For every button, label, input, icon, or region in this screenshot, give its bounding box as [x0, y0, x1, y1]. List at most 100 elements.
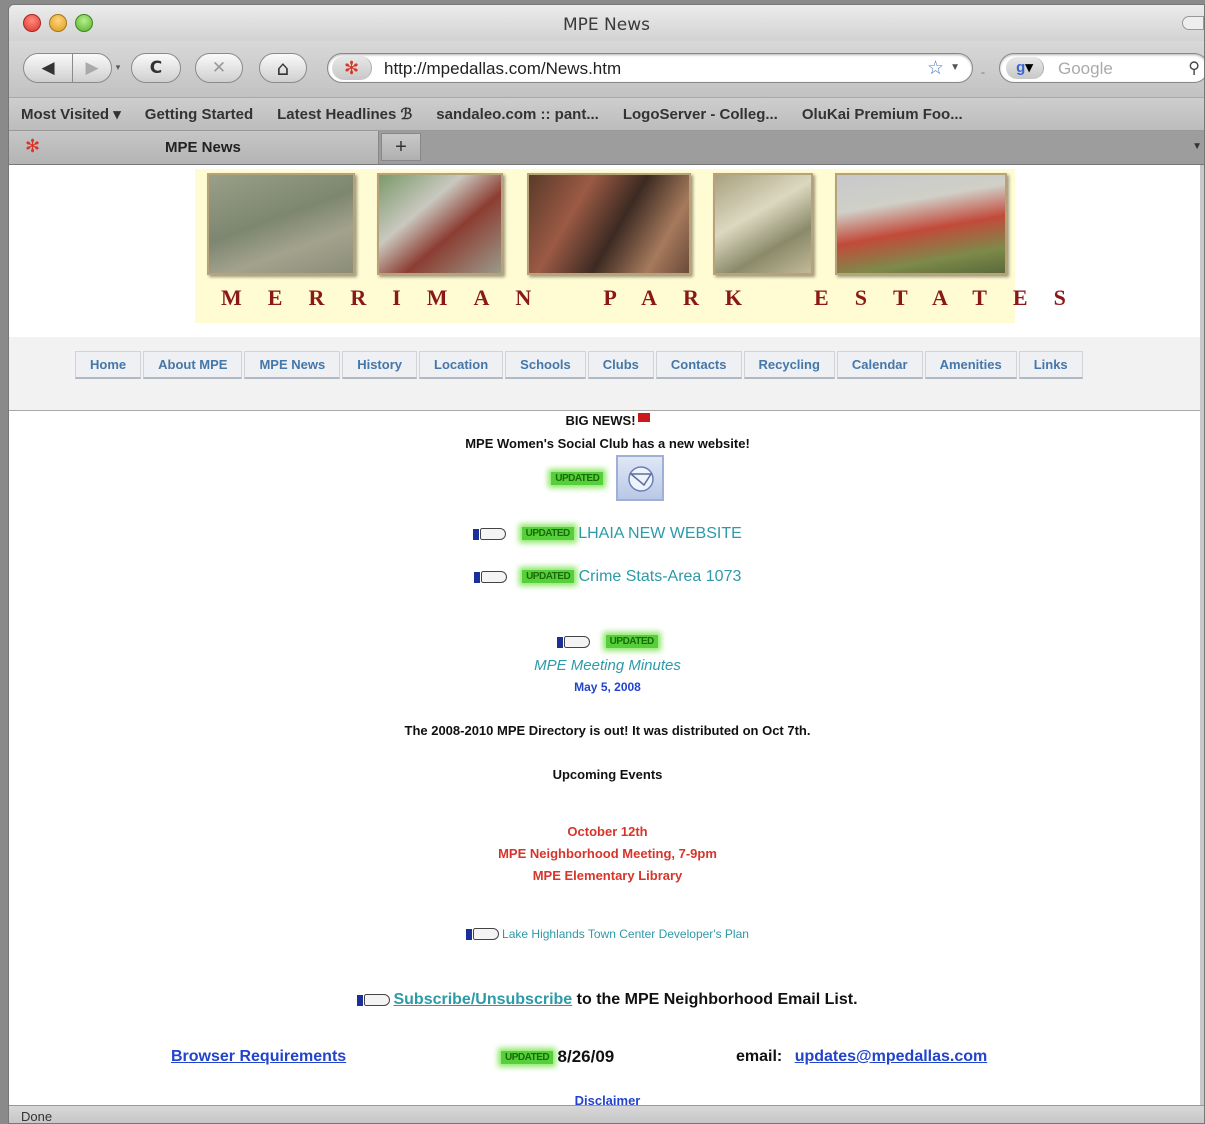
updated-badge: UPDATED [522, 570, 575, 584]
subscribe-link[interactable]: Subscribe/Unsubscribe [393, 991, 572, 1008]
directory-announcement: The 2008-2010 MPE Directory is out! It w… [404, 723, 811, 738]
search-bar[interactable]: g▾ Google ⚲ [999, 53, 1204, 83]
reload-button[interactable]: C [131, 53, 181, 83]
reload-icon: C [149, 58, 163, 78]
event-date: October 12th [567, 824, 648, 839]
nav-home[interactable]: Home [75, 351, 142, 379]
nav-about[interactable]: About MPE [143, 351, 243, 379]
back-arrow-icon: ◀ [41, 58, 55, 78]
status-bar: Done [9, 1105, 1204, 1124]
meeting-minutes-date: May 5, 2008 [574, 680, 641, 694]
updated-badge: UPDATED [605, 635, 658, 649]
nav-links[interactable]: Links [1018, 351, 1083, 379]
bookmark-most-visited[interactable]: Most Visited ▾ [9, 105, 133, 123]
womens-club-link-row: UPDATED [9, 455, 1204, 501]
bookmark-getting-started[interactable]: Getting Started [133, 106, 265, 123]
updated-badge: UPDATED [501, 1051, 554, 1065]
banner-photo-children-field [207, 173, 355, 275]
big-news-heading: BIG NEWS! [565, 413, 636, 428]
nav-calendar[interactable]: Calendar [836, 351, 923, 379]
bookmark-star-icon[interactable]: ☆ [927, 57, 944, 80]
developer-plan-link[interactable]: Lake Highlands Town Center Developer's P… [502, 927, 749, 941]
banner-photo-soccer [835, 173, 1007, 275]
site-identity-icon[interactable]: ✻ [332, 56, 372, 80]
bookmark-logoserver[interactable]: LogoServer - Colleg... [611, 106, 790, 123]
history-dropdown-icon[interactable]: ▾ [113, 63, 123, 73]
pointing-hand-icon [557, 634, 591, 650]
site-name-word: ESTATES [814, 285, 1092, 310]
site-name-word: PARK [603, 285, 769, 310]
stop-button[interactable]: ✕ [195, 53, 243, 83]
email-link[interactable]: updates@mpedallas.com [795, 1048, 988, 1065]
home-icon: ⌂ [276, 56, 290, 80]
pointing-hand-icon [466, 926, 500, 942]
big-news-line: BIG NEWS! [9, 413, 1204, 428]
pointing-hand-icon [357, 992, 391, 1008]
tab-favicon-icon: ✻ [25, 136, 41, 156]
back-button[interactable]: ◀ [23, 53, 73, 83]
stop-icon: ✕ [211, 58, 227, 78]
event-name: MPE Neighborhood Meeting, 7-9pm [498, 846, 717, 861]
navigation-toolbar: ◀ ▶ ▾ C ✕ ⌂ ✻ http://mpedallas.com/News.… [9, 41, 1204, 97]
bookmark-olukai[interactable]: OluKai Premium Foo... [790, 106, 975, 123]
nav-history[interactable]: History [342, 351, 417, 379]
tab-strip: ✻ MPE News + ▼ [9, 131, 1204, 165]
address-bar[interactable]: ✻ http://mpedallas.com/News.htm ☆ ▼ [327, 53, 973, 83]
new-tab-button[interactable]: + [381, 133, 421, 161]
browser-window: MPE News ◀ ▶ ▾ C ✕ ⌂ ✻ http://mpedallas.… [8, 4, 1205, 1124]
last-updated: UPDATED 8/26/09 [501, 1047, 614, 1067]
last-updated-date: 8/26/09 [557, 1047, 615, 1066]
tab-list-icon[interactable]: ▼ [1192, 141, 1202, 152]
event-place: MPE Elementary Library [532, 868, 683, 883]
scrollbar[interactable] [1200, 165, 1204, 1105]
meeting-minutes-link[interactable]: MPE Meeting Minutes [9, 657, 1204, 674]
status-text: Done [21, 1109, 53, 1124]
site-name-word: MERRIMAN [221, 285, 558, 310]
pointing-hand-icon [473, 569, 508, 585]
window-title: MPE News [562, 15, 650, 35]
bookmarks-toolbar: Most Visited ▾ Getting Started Latest He… [9, 97, 1204, 131]
search-icon[interactable]: ⚲ [1188, 58, 1200, 78]
disclaimer-link[interactable]: Disclaimer [9, 1093, 1204, 1105]
envelope-link-icon[interactable] [615, 455, 664, 501]
updated-badge: UPDATED [551, 471, 604, 485]
minutes-icon-row: UPDATED [9, 633, 1204, 651]
upcoming-events-heading: Upcoming Events [552, 767, 663, 782]
browser-requirements-link[interactable]: Browser Requirements [171, 1048, 346, 1066]
crime-stats-link[interactable]: Crime Stats-Area 1073 [579, 568, 742, 585]
subscribe-text: to the MPE Neighborhood Email List. [576, 991, 858, 1008]
nav-schools[interactable]: Schools [505, 351, 586, 379]
toolbar-toggle-button[interactable] [1182, 16, 1204, 30]
banner-photo-dog-show [377, 173, 503, 275]
url-dropdown-icon[interactable]: ▼ [950, 62, 960, 73]
home-button[interactable]: ⌂ [259, 53, 307, 83]
nav-news[interactable]: MPE News [244, 351, 341, 379]
url-text[interactable]: http://mpedallas.com/News.htm [384, 59, 621, 79]
search-engine-icon[interactable]: g▾ [1006, 57, 1044, 79]
tab-mpe-news[interactable]: ✻ MPE News [9, 131, 379, 164]
nav-clubs[interactable]: Clubs [587, 351, 654, 379]
lhaia-row: UPDATED LHAIA NEW WEBSITE [9, 525, 1204, 543]
site-banner: MERRIMAN PARK ESTATES [195, 169, 1066, 323]
subscribe-row: Subscribe/Unsubscribe to the MPE Neighbo… [9, 991, 1204, 1009]
nav-amenities[interactable]: Amenities [924, 351, 1017, 379]
womens-club-text: MPE Women's Social Club has a new websit… [465, 436, 750, 451]
search-input[interactable]: Google [1058, 59, 1113, 79]
nav-recycling[interactable]: Recycling [743, 351, 835, 379]
forward-button[interactable]: ▶ [72, 53, 112, 83]
email-label: email: [736, 1048, 783, 1065]
lhaia-website-link[interactable]: LHAIA NEW WEBSITE [578, 525, 742, 542]
bookmark-sandaleo[interactable]: sandaleo.com :: pant... [424, 106, 611, 123]
site-nav: Home About MPE MPE News History Location… [9, 337, 1204, 411]
site-name: MERRIMAN PARK ESTATES [195, 285, 1066, 311]
browser-requirements-text[interactable]: Browser Requirements [171, 1048, 346, 1065]
tab-title: MPE News [165, 139, 241, 156]
email-row: email: updates@mpedallas.com [736, 1048, 987, 1066]
toolbar-separator: - [981, 65, 985, 79]
page-content: MERRIMAN PARK ESTATES Home About MPE MPE… [9, 165, 1204, 1105]
banner-area: MERRIMAN PARK ESTATES [9, 165, 1204, 335]
nav-contacts[interactable]: Contacts [655, 351, 742, 379]
nav-location[interactable]: Location [419, 351, 504, 379]
bookmark-latest-headlines[interactable]: Latest Headlines ℬ [265, 105, 424, 123]
crime-stats-row: UPDATED Crime Stats-Area 1073 [9, 568, 1204, 586]
